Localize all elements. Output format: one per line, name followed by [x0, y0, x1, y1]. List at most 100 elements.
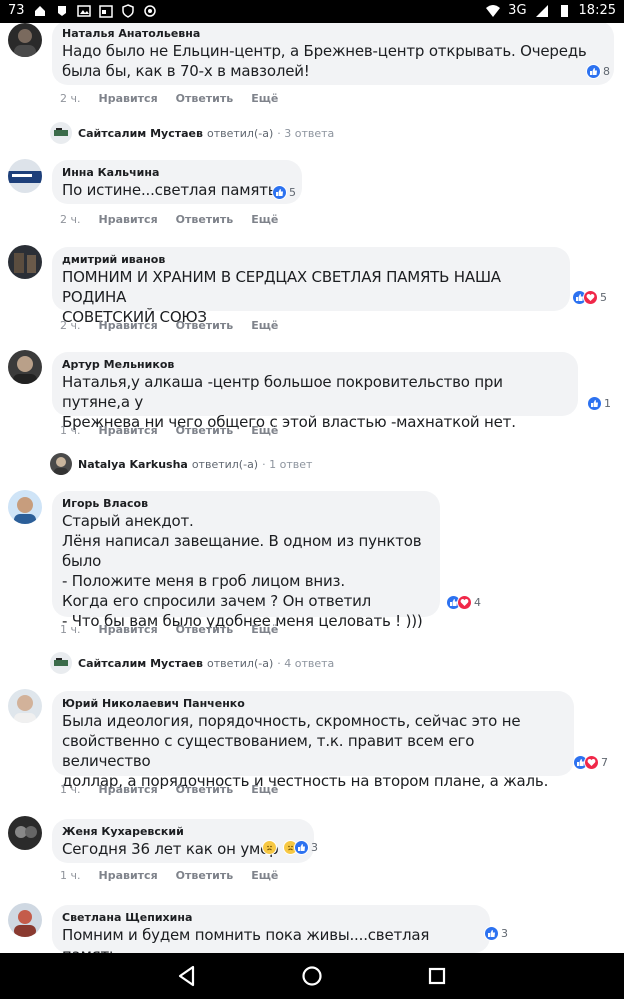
reply-button[interactable]: Ответить [176, 783, 234, 796]
wifi-icon [486, 4, 501, 17]
more-button[interactable]: Ещё [251, 92, 278, 105]
avatar [50, 652, 72, 674]
like-button[interactable]: Нравится [99, 319, 158, 332]
reply-author: Natalya Karkusha [78, 457, 188, 471]
comment-time: 1 ч. [60, 424, 81, 437]
view-replies-link[interactable]: Natalya Karkusha ответил(-а) · 1 ответ [50, 453, 312, 475]
comment-bubble[interactable]: Наталья Анатольевна Надо было не Ельцин-… [52, 23, 614, 85]
more-button[interactable]: Ещё [251, 319, 278, 332]
reactions[interactable]: 5 [272, 185, 296, 200]
comment-author[interactable]: Инна Кальчина [62, 166, 292, 180]
comment-author[interactable]: дмитрий иванов [62, 253, 560, 267]
back-icon[interactable] [174, 963, 200, 989]
reactions[interactable]: 8 [586, 64, 610, 79]
reaction-count: 4 [474, 596, 481, 609]
avatar[interactable] [8, 689, 42, 723]
comment-text: Старый анекдот. Лёня написал завещание. … [62, 512, 423, 630]
more-button[interactable]: Ещё [251, 869, 278, 882]
reaction-count: 3 [501, 927, 508, 940]
like-button[interactable]: Нравится [99, 424, 158, 437]
avatar[interactable] [8, 23, 42, 57]
view-replies-link[interactable]: Сайтсалим Мустаев ответил(-а) · 3 ответа [50, 122, 334, 144]
avatar [50, 122, 72, 144]
battery-icon [560, 4, 568, 17]
comment-bubble[interactable]: дмитрий иванов ПОМНИМ И ХРАНИМ В СЕРДЦАХ… [52, 247, 570, 326]
more-button[interactable]: Ещё [251, 424, 278, 437]
comment-bubble[interactable]: Инна Кальчина По истине...светлая память… [52, 160, 302, 204]
network-type: 3G [508, 3, 527, 18]
reaction-count: 8 [603, 65, 610, 78]
reply-button[interactable]: Ответить [176, 213, 234, 226]
reply-button[interactable]: Ответить [176, 319, 234, 332]
avatar[interactable] [8, 350, 42, 384]
reply-button[interactable]: Ответить [176, 92, 234, 105]
image-icon [76, 4, 91, 17]
comment-bubble[interactable]: Светлана Щепихина Помним и будем помнить… [52, 905, 490, 953]
comments-feed[interactable]: Наталья Анатольевна Надо было не Ельцин-… [0, 23, 624, 953]
lock-icon [57, 5, 66, 16]
comment-time: 2 ч. [60, 213, 81, 226]
comment-author[interactable]: Игорь Власов [62, 497, 430, 511]
home-icon [34, 5, 45, 16]
home-button-icon[interactable] [299, 963, 325, 989]
comment-bubble[interactable]: Артур Мельников Наталья,у алкаша -центр … [52, 352, 578, 431]
recents-icon[interactable] [424, 963, 450, 989]
like-button[interactable]: Нравится [99, 213, 158, 226]
like-reaction-icon [586, 64, 601, 79]
reply-verb: ответил(-а) [206, 126, 274, 140]
comment-actions: 1 ч. Нравится Ответить Ещё [60, 623, 278, 636]
navigation-bar [0, 953, 624, 999]
more-button[interactable]: Ещё [251, 783, 278, 796]
reaction-count: 3 [311, 841, 318, 854]
comment-author[interactable]: Женя Кухаревский [62, 825, 304, 839]
avatar[interactable] [8, 245, 42, 279]
more-button[interactable]: Ещё [251, 623, 278, 636]
reaction-count: 5 [600, 291, 607, 304]
like-reaction-icon [272, 185, 287, 200]
view-replies-link[interactable]: Сайтсалим Мустаев ответил(-а) · 4 ответа [50, 652, 334, 674]
comment-author[interactable]: Юрий Николаевич Панченко [62, 697, 564, 711]
comment-text: Наталья,у алкаша -центр большое покровит… [62, 373, 516, 431]
reply-count: · 1 ответ [262, 457, 313, 471]
reactions[interactable]: 5 [572, 290, 607, 305]
status-bar: 73 3G 18:25 [0, 0, 624, 23]
like-button[interactable]: Нравится [99, 92, 158, 105]
reply-count: · 3 ответа [277, 126, 335, 140]
comment-bubble[interactable]: Игорь Власов Старый анекдот. Лёня написа… [52, 491, 440, 630]
comment-author[interactable]: Артур Мельников [62, 358, 568, 372]
avatar[interactable] [8, 903, 42, 937]
like-button[interactable]: Нравится [99, 623, 158, 636]
calendar-icon [98, 4, 113, 18]
avatar[interactable] [8, 490, 42, 524]
reactions[interactable]: 3 [484, 926, 508, 941]
reply-author: Сайтсалим Мустаев [78, 656, 203, 670]
love-reaction-icon [584, 755, 599, 770]
reactions[interactable]: 1 [587, 396, 611, 411]
comment-actions: 2 ч. Нравится Ответить Ещё [60, 319, 278, 332]
reply-button[interactable]: Ответить [176, 869, 234, 882]
comment-text: По истине...светлая память. [62, 181, 281, 199]
comment-time: 1 ч. [60, 623, 81, 636]
reply-verb: ответил(-а) [191, 457, 259, 471]
comment-time: 1 ч. [60, 783, 81, 796]
reply-button[interactable]: Ответить [176, 424, 234, 437]
like-button[interactable]: Нравится [99, 783, 158, 796]
comment-time: 2 ч. [60, 92, 81, 105]
shield-icon [121, 3, 134, 18]
reactions[interactable]: 4 [446, 595, 481, 610]
more-button[interactable]: Ещё [251, 213, 278, 226]
comment-time: 2 ч. [60, 319, 81, 332]
comment-actions: 1 ч. Нравится Ответить Ещё [60, 869, 278, 882]
reaction-count: 7 [601, 756, 608, 769]
love-reaction-icon [583, 290, 598, 305]
avatar[interactable] [8, 816, 42, 850]
like-button[interactable]: Нравится [99, 869, 158, 882]
comment-bubble[interactable]: Юрий Николаевич Панченко Была идеология,… [52, 691, 574, 790]
reactions[interactable]: 7 [573, 755, 608, 770]
comment-time: 1 ч. [60, 869, 81, 882]
avatar[interactable] [8, 159, 42, 193]
comment-author[interactable]: Светлана Щепихина [62, 911, 480, 925]
comment-author[interactable]: Наталья Анатольевна [62, 27, 604, 41]
reply-button[interactable]: Ответить [176, 623, 234, 636]
reactions[interactable]: 3 [262, 840, 318, 855]
